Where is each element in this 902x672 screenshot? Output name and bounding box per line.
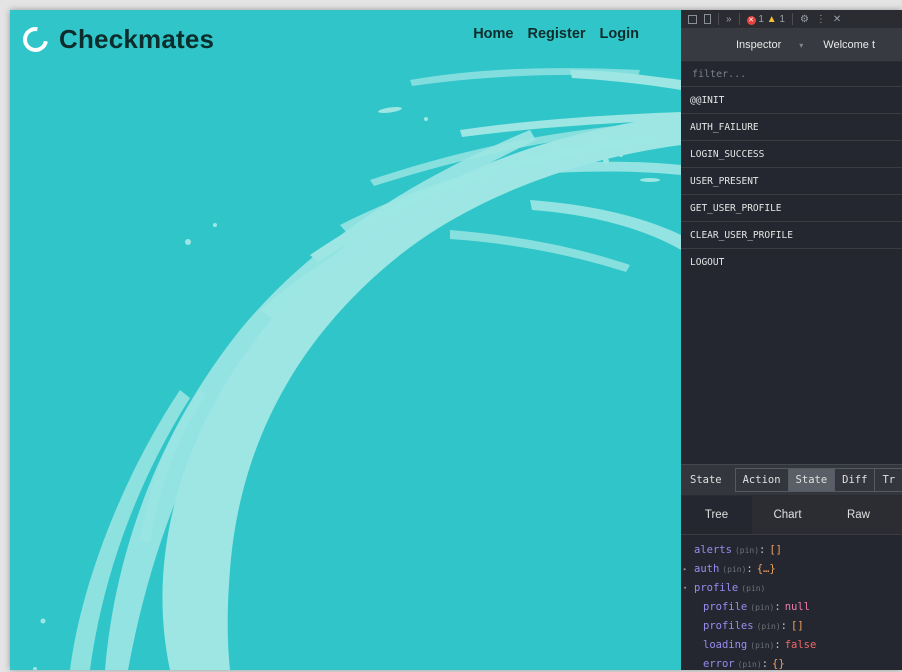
pin-toggle[interactable]: (pin) [738, 655, 762, 670]
tree-colon: : [780, 620, 787, 632]
instance-title[interactable]: Welcome t [823, 39, 875, 51]
toolbar-divider [718, 13, 719, 25]
chevron-down-icon[interactable]: ▾ [799, 41, 803, 50]
tree-value: [] [791, 620, 804, 632]
filter-bar [681, 62, 902, 87]
action-item[interactable]: CLEAR_USER_PROFILE [681, 222, 902, 249]
state-tree: alerts (pin) : [] ▸ auth (pin) : {…} ▾ p… [681, 535, 902, 670]
nav-home-link[interactable]: Home [473, 26, 513, 42]
action-list: @@INIT AUTH_FAILURE LOGIN_SUCCESS USER_P… [681, 87, 902, 464]
tree-colon: : [774, 601, 781, 613]
tree-row[interactable]: ▾ profile (pin) [681, 579, 902, 598]
logo-ring-icon [18, 21, 53, 57]
error-count-value: 1 [758, 13, 764, 25]
tree-value: null [784, 601, 810, 613]
warning-count-value: 1 [779, 13, 785, 25]
state-view-tabs: Tree Chart Raw [681, 496, 902, 535]
monitor-section-label: State [690, 474, 722, 486]
tree-key: loading [703, 639, 748, 651]
inspect-element-icon[interactable] [688, 14, 697, 24]
pin-toggle[interactable]: (pin) [722, 560, 746, 579]
devtools-header: Inspector ▾ Welcome t [681, 29, 902, 62]
tree-row[interactable]: ▸ auth (pin) : {…} [681, 560, 902, 579]
action-item[interactable]: GET_USER_PROFILE [681, 195, 902, 222]
tree-colon: : [759, 544, 766, 556]
toolbar-divider [791, 13, 793, 25]
warning-icon: ▲ [766, 13, 777, 25]
action-item[interactable]: USER_PRESENT [681, 168, 902, 195]
tab-tree[interactable]: Tree [681, 496, 752, 534]
tree-colon: : [746, 563, 753, 575]
tab-diff[interactable]: Diff [834, 468, 876, 492]
tab-action[interactable]: Action [734, 468, 789, 492]
device-toggle-icon[interactable] [704, 14, 711, 24]
tree-colon: : [774, 639, 781, 651]
pin-toggle[interactable]: (pin) [735, 541, 759, 560]
tree-key: profile [694, 582, 739, 594]
devtools-toolbar: » ✕ 1 ▲ 1 ⚙ ⋮ ✕ [681, 10, 902, 29]
monitor-selector[interactable]: Inspector [736, 39, 781, 51]
action-filter-input[interactable] [690, 67, 894, 81]
error-count[interactable]: ✕ 1 ▲ 1 [746, 13, 785, 25]
tree-row[interactable]: profile (pin) : null [681, 598, 902, 617]
brand-name: Checkmates [59, 23, 215, 54]
main-nav: Home Register Login [473, 26, 639, 42]
brush-stroke-graphic [33, 68, 681, 670]
redux-devtools-panel: » ✕ 1 ▲ 1 ⚙ ⋮ ✕ Inspector ▾ Welcome t @@… [681, 10, 902, 670]
web-page: Checkmates Home Register Login [10, 10, 681, 670]
tree-row[interactable]: alerts (pin) : [] [681, 541, 902, 560]
action-item[interactable]: LOGIN_SUCCESS [681, 141, 902, 168]
tab-state[interactable]: State [787, 468, 836, 492]
brand[interactable]: Checkmates [18, 21, 215, 57]
tree-row[interactable]: profiles (pin) : [] [681, 617, 902, 636]
tree-value: {…} [756, 563, 776, 575]
pin-toggle[interactable]: (pin) [750, 636, 774, 655]
browser-frame: Checkmates Home Register Login » ✕ 1 ▲ 1… [10, 10, 902, 670]
pin-toggle[interactable]: (pin) [757, 617, 781, 636]
tab-raw[interactable]: Raw [823, 496, 894, 534]
action-item[interactable]: @@INIT [681, 87, 902, 114]
tree-key: alerts [694, 544, 732, 556]
close-devtools-icon[interactable]: ✕ [833, 14, 841, 25]
tab-trace[interactable]: Tr [874, 468, 902, 492]
pin-toggle[interactable]: (pin) [750, 598, 774, 617]
tree-value: false [784, 639, 817, 651]
tree-value: [] [769, 544, 783, 556]
action-item[interactable]: LOGOUT [681, 249, 902, 275]
more-options-icon[interactable]: ⋮ [816, 14, 826, 25]
tree-row[interactable]: error (pin) : {} [681, 655, 902, 670]
settings-gear-icon[interactable]: ⚙ [800, 14, 809, 25]
toolbar-divider [738, 13, 740, 25]
tree-key: error [703, 658, 735, 670]
monitor-tab-bar: State Action State Diff Tr [681, 464, 902, 496]
tree-key: profile [703, 601, 748, 613]
tab-chart[interactable]: Chart [752, 496, 823, 534]
nav-register-link[interactable]: Register [528, 26, 586, 42]
tree-key: auth [694, 563, 720, 575]
action-item[interactable]: AUTH_FAILURE [681, 114, 902, 141]
more-tabs-icon[interactable]: » [726, 14, 732, 25]
nav-login-link[interactable]: Login [600, 26, 639, 42]
expand-arrow-icon[interactable]: ▸ [683, 560, 691, 579]
tree-key: profiles [703, 620, 754, 632]
collapse-arrow-icon[interactable]: ▾ [683, 579, 691, 598]
tree-colon: : [761, 658, 769, 670]
tree-row[interactable]: loading (pin) : false [681, 636, 902, 655]
pin-toggle[interactable]: (pin) [741, 579, 765, 598]
tree-value: {} [772, 658, 785, 670]
error-icon: ✕ [746, 15, 756, 25]
